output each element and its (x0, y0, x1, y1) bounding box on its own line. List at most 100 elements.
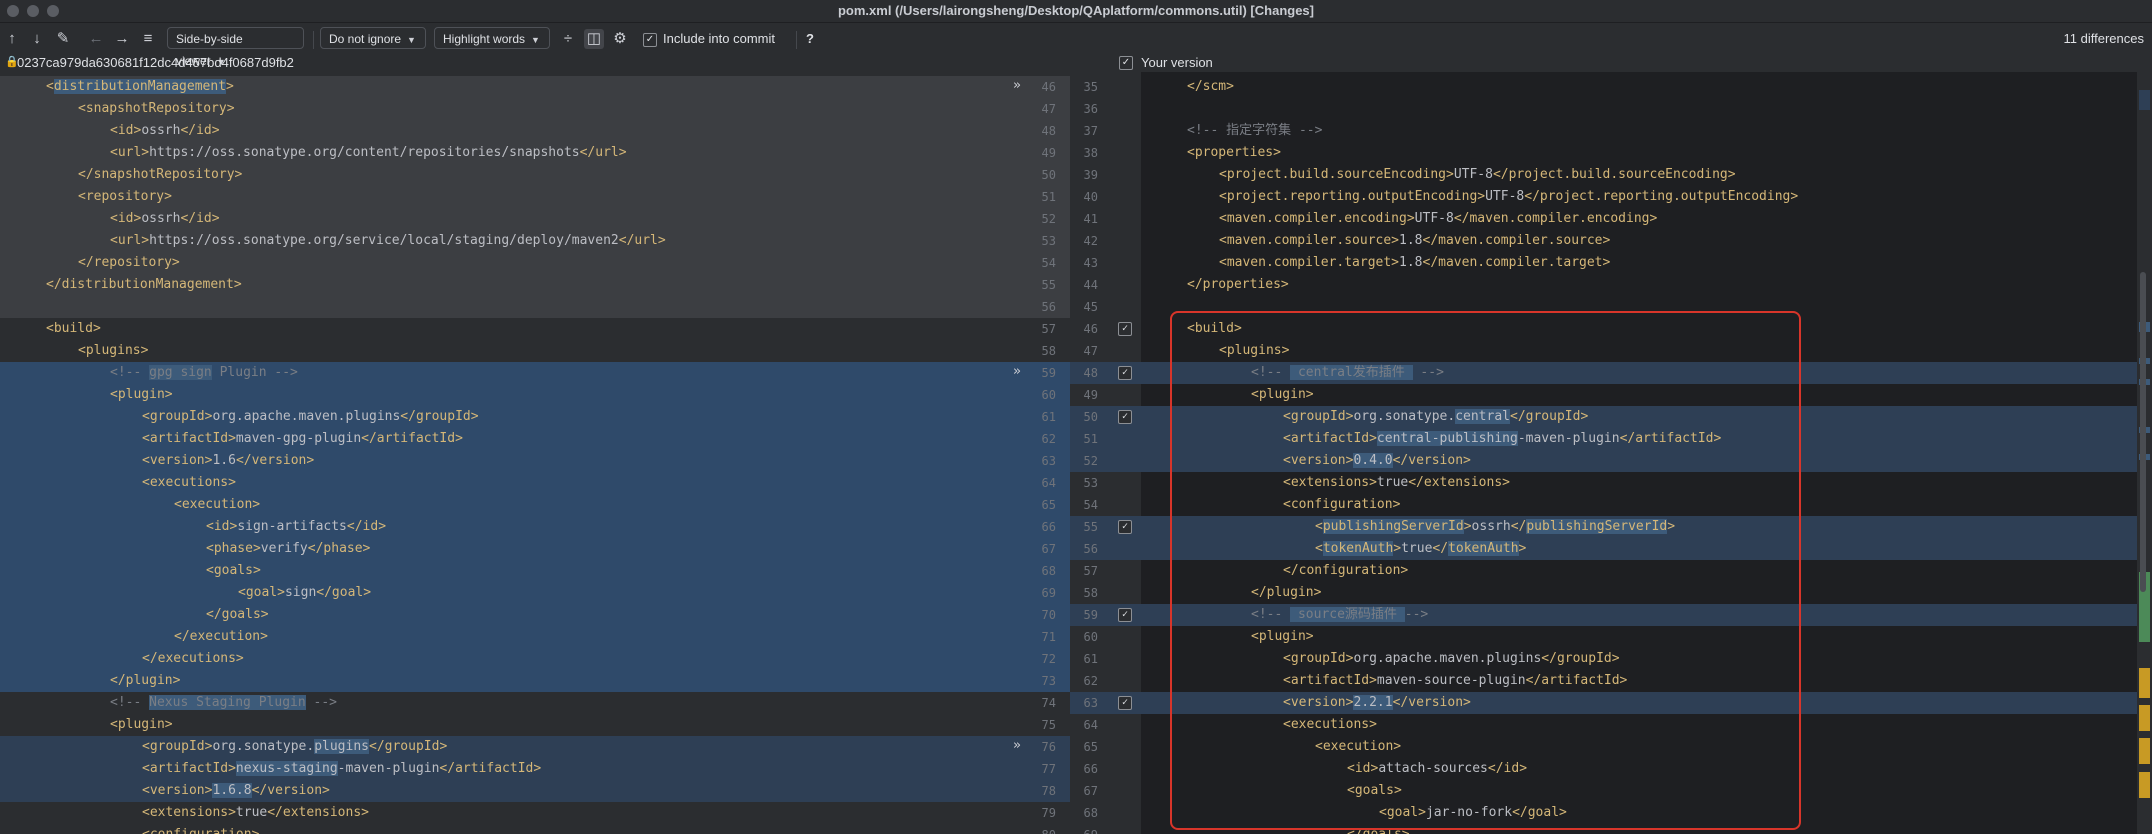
code-token: distributionManagement (53, 79, 227, 94)
left-line-number: 80 (1030, 824, 1056, 834)
code-token: publishingServerId (1526, 519, 1668, 534)
code-line (1141, 296, 2137, 318)
right-line-number: 66 (1083, 762, 1098, 776)
code-token: > (1667, 519, 1676, 534)
code-token: <plugin> (1251, 629, 1314, 644)
code-line: <build> (0, 318, 1000, 340)
code-token: org.apache.maven.plugins (1353, 651, 1542, 666)
right-line-number: 65 (1083, 740, 1098, 754)
apply-change-arrow-icon[interactable]: » (1013, 364, 1021, 379)
viewer-dropdown[interactable]: Side-by-side viewer ▼ (167, 27, 304, 68)
diff-toolbar: ↑ ↓ ✎ ← → ≡ Side-by-side viewer ▼ Do not … (0, 23, 2152, 68)
list-icon[interactable]: ≡ (138, 29, 158, 49)
right-line-number: 37 (1083, 124, 1098, 138)
highlight-dropdown[interactable]: Highlight words ▼ (434, 27, 550, 49)
right-line-number: 55 (1083, 520, 1098, 534)
code-token: sign (284, 585, 317, 600)
code-token: ossrh (141, 123, 181, 138)
code-text: </plugin> (0, 673, 180, 688)
edit-icon[interactable]: ✎ (53, 29, 73, 49)
code-token: </id> (346, 519, 387, 534)
code-token: </maven.compiler.target> (1422, 255, 1611, 270)
ignore-dropdown[interactable]: Do not ignore ▼ (320, 27, 426, 49)
left-line-number: 73 (1041, 674, 1056, 688)
code-text: <plugins> (0, 343, 148, 358)
code-text: <build> (0, 321, 101, 336)
code-line: <plugin> (0, 384, 1000, 406)
code-token: 1.6.8 (212, 783, 252, 798)
include-into-commit-label: Include into commit (663, 31, 775, 46)
code-token: <id> (1347, 761, 1379, 776)
include-change-checkbox[interactable]: ✓ (1118, 696, 1132, 710)
arrow-up-icon[interactable]: ↑ (2, 29, 22, 49)
your-version-checkbox[interactable]: ✓ (1119, 56, 1133, 70)
code-token: </groupId> (369, 739, 448, 754)
left-line-number: 51 (1041, 190, 1056, 204)
code-token: </execution> (174, 629, 268, 644)
code-token: central发布插件 (1290, 365, 1413, 380)
right-line-number: 60 (1083, 630, 1098, 644)
code-text: <plugins> (1141, 343, 1289, 358)
code-token: <id> (110, 211, 142, 226)
code-token: <plugin> (1251, 387, 1314, 402)
vertical-scrollbar[interactable] (2137, 72, 2152, 834)
include-change-checkbox[interactable]: ✓ (1118, 608, 1132, 622)
gear-icon[interactable]: ⚙ (610, 29, 630, 49)
include-change-checkbox[interactable]: ✓ (1118, 322, 1132, 336)
code-token: <extensions> (1283, 475, 1377, 490)
code-token: <execution> (1315, 739, 1402, 754)
code-text: <repository> (0, 189, 172, 204)
code-line: <maven.compiler.encoding>UTF-8</maven.co… (1141, 208, 2137, 230)
include-change-checkbox[interactable]: ✓ (1118, 410, 1132, 424)
code-text: <extensions>true</extensions> (0, 805, 369, 820)
code-token: <goals> (1347, 783, 1402, 798)
code-token: <artifactId> (142, 431, 236, 446)
left-line-number: 52 (1041, 212, 1056, 226)
scrollbar-thumb[interactable] (2140, 272, 2146, 592)
code-token: <snapshotRepository> (78, 101, 235, 116)
code-token: </ (1432, 541, 1449, 556)
include-change-checkbox[interactable]: ✓ (1118, 366, 1132, 380)
code-token: </distributionManagement> (46, 277, 242, 292)
code-token: <executions> (142, 475, 236, 490)
code-token: 1.6 (212, 453, 236, 468)
code-text: <configuration> (1141, 497, 1400, 512)
apply-change-arrow-icon[interactable]: » (1013, 738, 1021, 753)
arrow-down-icon[interactable]: ↓ (27, 29, 47, 49)
include-into-commit-checkbox[interactable]: ✓ Include into commit (643, 29, 775, 49)
code-token: <plugins> (78, 343, 149, 358)
forward-icon[interactable]: → (112, 29, 132, 49)
code-line: <version>1.6.8</version> (0, 780, 1000, 802)
code-line: <plugins> (0, 340, 1000, 362)
right-line-number: 42 (1083, 234, 1098, 248)
code-line: <groupId>org.sonatype.plugins</groupId> (0, 736, 1000, 758)
code-line: <!-- 指定字符集 --> (1141, 120, 2137, 142)
code-line (1141, 98, 2137, 120)
code-text: <properties> (1141, 145, 1281, 160)
code-token: </configuration> (1283, 563, 1409, 578)
help-button[interactable]: ? (806, 29, 814, 49)
left-line-number: 77 (1041, 762, 1056, 776)
left-line-number: 66 (1041, 520, 1056, 534)
code-token: true (235, 805, 268, 820)
left-code-pane[interactable]: <distributionManagement> <snapshotReposit… (0, 72, 1000, 834)
code-token: </repository> (78, 255, 180, 270)
apply-change-arrow-icon[interactable]: » (1013, 78, 1021, 93)
code-text: <plugin> (1141, 387, 1314, 402)
code-token: </executions> (142, 651, 244, 666)
code-line: <id>sign-artifacts</id> (0, 516, 1000, 538)
right-line-number: 69 (1072, 824, 1098, 834)
right-line-number: 35 (1083, 80, 1098, 94)
left-line-number: 48 (1041, 124, 1056, 138)
include-change-checkbox[interactable]: ✓ (1118, 520, 1132, 534)
back-icon[interactable]: ← (86, 29, 106, 49)
side-by-side-icon[interactable]: ◫ (584, 29, 604, 49)
code-line: </configuration> (1141, 560, 2137, 582)
code-text: <distributionManagement> (0, 79, 234, 94)
code-token: attach-sources (1378, 761, 1488, 776)
right-code-pane[interactable]: </scm> <!-- 指定字符集 --> <properties> <project… (1141, 72, 2137, 834)
collapse-icon[interactable]: ÷ (558, 29, 578, 49)
code-text: <executions> (1141, 717, 1377, 732)
code-line: </properties> (1141, 274, 2137, 296)
code-text: <id>attach-sources</id> (1141, 761, 1527, 776)
